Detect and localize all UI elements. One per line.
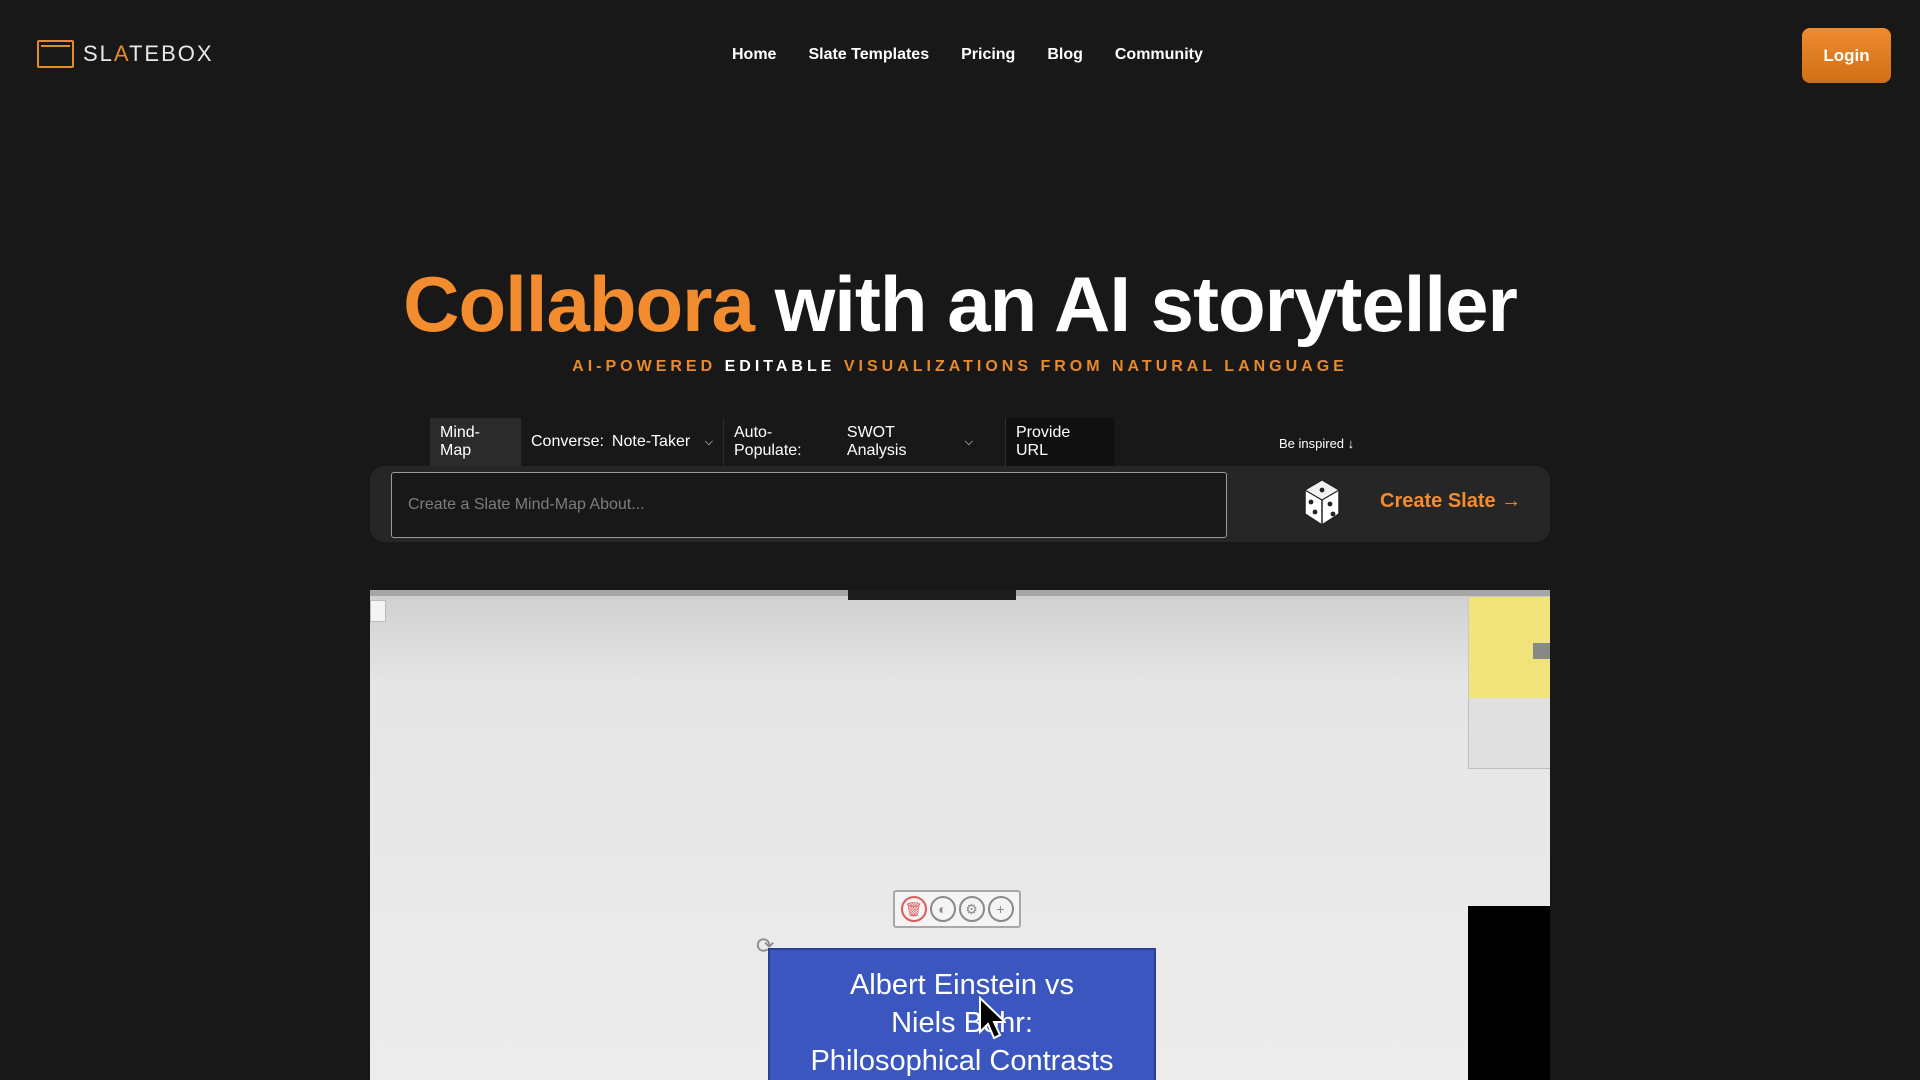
create-slate-bar: Create Slate → — [370, 466, 1550, 542]
chevron-down-icon: ⌵ — [704, 435, 713, 448]
slate-preview-canvas: 🗑 ◐ ⚙ + ⟳ Albert Einstein vs Niels Bohr:… — [370, 590, 1550, 1080]
canvas-edge-handle — [370, 600, 386, 622]
settings-icon[interactable]: ⚙ — [958, 896, 985, 922]
tab-mind-map-label: Mind-Map — [440, 424, 481, 459]
dark-node — [1468, 906, 1550, 1080]
preview-top-bar — [848, 590, 1016, 600]
be-inspired-link[interactable]: Be inspired ↓ — [1279, 436, 1354, 451]
subtitle-part-3: VISUALIZATIONS FROM NATURAL LANGUAGE — [843, 358, 1348, 375]
converse-value: Note-Taker — [611, 433, 691, 450]
mind-map-node[interactable]: Albert Einstein vs Niels Bohr: Philosoph… — [768, 948, 1156, 1080]
subtitle-part-2: EDITABLE — [724, 358, 836, 375]
auto-populate-label: Auto-Populate: — [734, 424, 802, 459]
node-line-3: Philosophical Contrasts — [810, 1045, 1114, 1077]
auto-populate-value: SWOT Analysis — [846, 424, 907, 459]
logo-text: SLATEBOX — [83, 41, 214, 66]
tab-provide-url[interactable]: Provide URL — [1006, 418, 1114, 466]
login-button[interactable]: Login — [1802, 28, 1891, 83]
subtitle-part-1: AI-POWERED — [572, 358, 717, 375]
nav-slate-templates[interactable]: Slate Templates — [808, 46, 929, 64]
main-nav: Home Slate Templates Pricing Blog Commun… — [732, 46, 1203, 64]
hero-title: Collabora with an AI storyteller — [0, 258, 1920, 350]
slate-mode-tabs: Mind-Map Converse: Note-Taker ⌵ Auto-Pop… — [430, 418, 1114, 466]
chevron-down-icon: ⌵ — [964, 435, 973, 448]
hero-subtitle: AI-POWERED EDITABLE VISUALIZATIONS FROM … — [0, 358, 1920, 376]
hero-title-accent: Collabora — [403, 260, 755, 348]
trash-icon[interactable]: 🗑 — [900, 896, 927, 922]
create-slate-button[interactable]: Create Slate → — [1380, 490, 1521, 513]
converse-select[interactable]: Converse: Note-Taker ⌵ — [521, 418, 723, 466]
random-dice-icon[interactable] — [1302, 478, 1342, 528]
slatebox-logo[interactable]: SLATEBOX — [37, 40, 214, 68]
nav-home[interactable]: Home — [732, 46, 776, 64]
auto-populate-select[interactable]: Auto-Populate: SWOT Analysis ⌵ — [723, 418, 1006, 466]
sticky-note-tab — [1533, 643, 1550, 659]
tab-mind-map[interactable]: Mind-Map — [430, 418, 521, 466]
palette-icon[interactable]: ◐ — [929, 896, 956, 922]
nav-community[interactable]: Community — [1115, 46, 1203, 64]
nav-blog[interactable]: Blog — [1047, 46, 1083, 64]
provide-url-label: Provide URL — [1016, 424, 1071, 459]
node-line-2: Niels Bohr: — [891, 1007, 1033, 1039]
node-toolbar: 🗑 ◐ ⚙ + — [893, 890, 1021, 928]
sticky-note — [1468, 596, 1550, 700]
nav-pricing[interactable]: Pricing — [961, 46, 1015, 64]
node-line-1: Albert Einstein vs — [849, 969, 1075, 1001]
slate-topic-input[interactable] — [391, 472, 1227, 538]
logo-icon — [37, 40, 74, 68]
add-icon[interactable]: + — [987, 896, 1014, 922]
side-panel — [1468, 698, 1550, 769]
mouse-cursor-icon — [979, 996, 1006, 1040]
converse-label: Converse: — [531, 433, 604, 450]
hero-title-rest: with an AI storyteller — [774, 260, 1518, 348]
